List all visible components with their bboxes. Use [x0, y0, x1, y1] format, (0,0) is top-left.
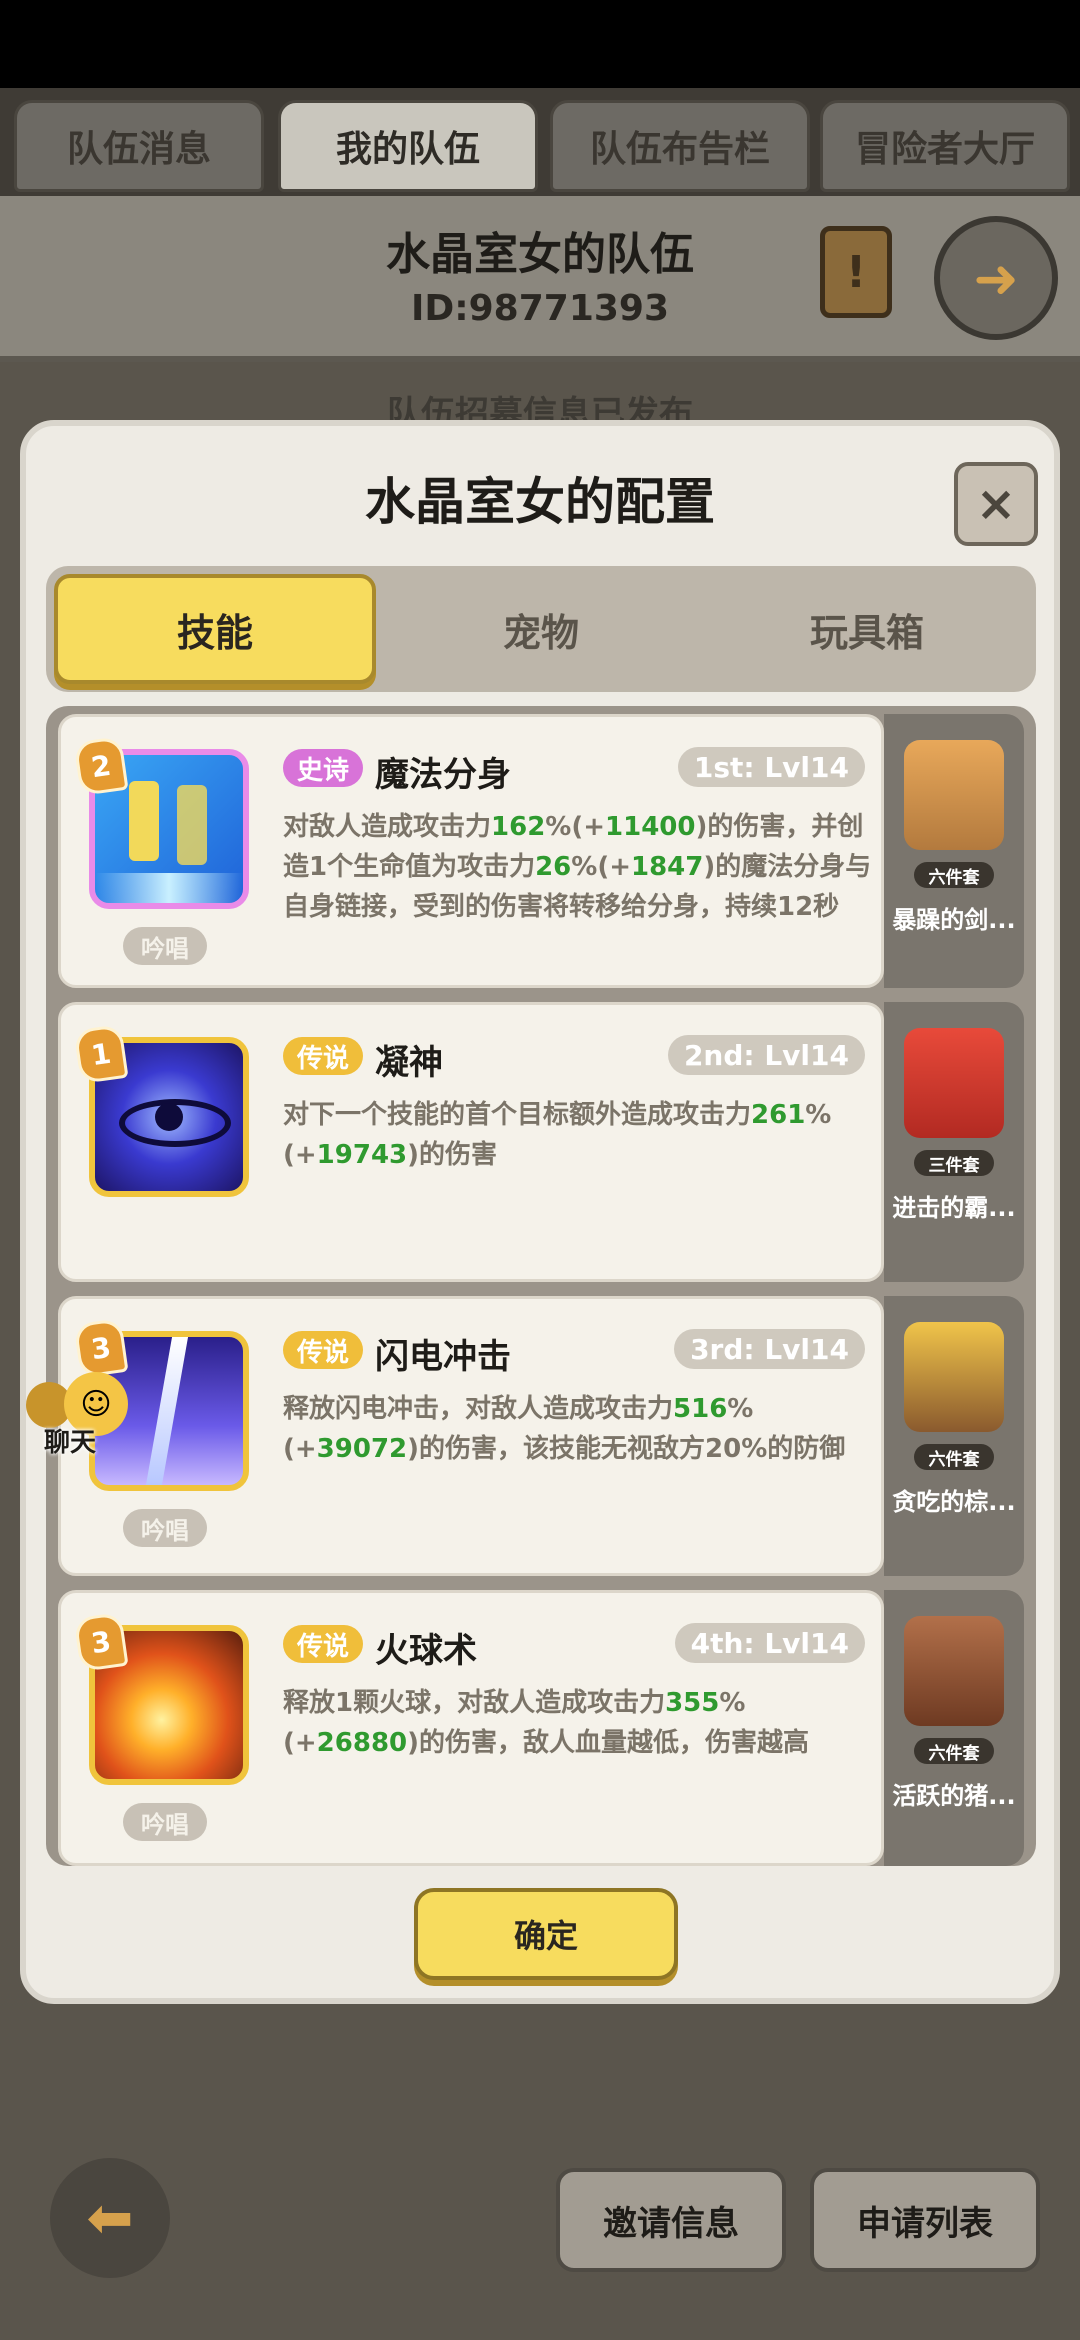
skill-name: 魔法分身: [375, 755, 511, 795]
pet-dinosaur-icon: [904, 1028, 1004, 1138]
tab-adventurer-hall[interactable]: 冒险者大厅: [820, 100, 1070, 192]
invite-info-button[interactable]: 邀请信息: [556, 2168, 786, 2272]
tab-skills[interactable]: 技能: [54, 574, 376, 684]
pet-boar-icon: [904, 1616, 1004, 1726]
tab-label: 玩具箱: [809, 610, 924, 655]
skill-level: 4th: Lvl14: [674, 1623, 865, 1663]
skill-level: 3rd: Lvl14: [674, 1329, 865, 1369]
chat-button[interactable]: ☺ 聊天: [26, 1372, 138, 1458]
pet-slot[interactable]: 三件套 进击的霸...: [884, 1002, 1024, 1282]
rarity-tag: 史诗: [283, 749, 364, 787]
button-label: 申请列表: [857, 2203, 993, 2244]
chant-tag: 吟唱: [123, 1509, 207, 1547]
skill-list: 2 吟唱 史诗 魔法分身 1st: Lvl14 对敌人造成攻击力162%(+11…: [46, 706, 1036, 1866]
config-dialog: 水晶室女的配置 × 技能 宠物 玩具箱 2 吟唱 史诗 魔法分身 1st: Lv…: [20, 420, 1060, 2004]
confirm-label: 确定: [513, 1917, 578, 1955]
skill-name: 凝神: [375, 1043, 443, 1083]
skill-level: 1st: Lvl14: [677, 747, 865, 787]
pet-name: 贪吃的棕...: [892, 1488, 1016, 1516]
tab-label: 队伍消息: [66, 129, 211, 170]
back-arrow-icon[interactable]: ⬅: [50, 2158, 170, 2278]
pet-set-tag: 六件套: [914, 1444, 994, 1470]
skill-description: 释放闪电冲击，对敌人造成攻击力516%(+39072)的伤害，该技能无视敌方20…: [283, 1394, 846, 1464]
pet-name: 活跃的猪...: [892, 1782, 1016, 1810]
tab-toybox[interactable]: 玩具箱: [706, 574, 1028, 684]
top-tab-bar: 队伍消息 我的队伍 队伍布告栏 冒险者大厅: [0, 88, 1080, 196]
tab-label: 队伍布告栏: [589, 129, 770, 170]
rarity-tag: 传说: [283, 1037, 364, 1075]
pet-set-tag: 六件套: [914, 862, 994, 888]
confirm-button[interactable]: 确定: [414, 1888, 678, 1980]
skill-card[interactable]: 1 传说 凝神 2nd: Lvl14 对下一个技能的首个目标额外造成攻击力261…: [58, 1002, 884, 1282]
status-bar: [0, 0, 1080, 88]
tab-label: 冒险者大厅: [854, 129, 1035, 170]
pet-set-tag: 三件套: [914, 1150, 994, 1176]
notice-scroll-icon[interactable]: !: [820, 226, 892, 318]
rarity-tag: 传说: [283, 1331, 364, 1369]
pet-set-tag: 六件套: [914, 1738, 994, 1764]
skill-description: 对敌人造成攻击力162%(+11400)的伤害，并创造1个生命值为攻击力26%(…: [283, 812, 872, 922]
slot-badge: 3: [73, 1611, 129, 1673]
skill-level: 2nd: Lvl14: [667, 1035, 865, 1075]
pet-slot[interactable]: 六件套 贪吃的棕...: [884, 1296, 1024, 1576]
skill-description: 对下一个技能的首个目标额外造成攻击力261%(+19743)的伤害: [283, 1100, 832, 1170]
tab-my-team[interactable]: 我的队伍: [278, 100, 538, 192]
chat-label: 聊天: [44, 1428, 97, 1458]
chant-tag: 吟唱: [123, 927, 207, 965]
team-title: 水晶室女的队伍: [386, 229, 694, 280]
pet-name: 暴躁的剑...: [892, 906, 1016, 934]
pet-swordsman-icon: [904, 740, 1004, 850]
rarity-tag: 传说: [283, 1625, 364, 1663]
close-icon: ×: [975, 476, 1017, 532]
slot-badge: 1: [73, 1023, 129, 1085]
slot-badge: 2: [73, 735, 129, 797]
team-header: 水晶室女的队伍 ID:98771393 ! ➜: [0, 196, 1080, 362]
tab-label: 我的队伍: [335, 129, 480, 170]
tab-team-board[interactable]: 队伍布告栏: [550, 100, 810, 192]
pet-slot[interactable]: 六件套 暴躁的剑...: [884, 714, 1024, 988]
skill-name: 闪电冲击: [375, 1337, 511, 1377]
slot-badge: 3: [73, 1317, 129, 1379]
apply-list-button[interactable]: 申请列表: [810, 2168, 1040, 2272]
dialog-title: 水晶室女的配置: [365, 473, 715, 531]
tab-label: 技能: [176, 610, 253, 655]
tab-pets[interactable]: 宠物: [380, 574, 702, 684]
team-id: ID:98771393: [410, 288, 670, 329]
pet-name: 进击的霸...: [892, 1194, 1016, 1222]
close-button[interactable]: ×: [954, 462, 1038, 546]
button-label: 邀请信息: [603, 2203, 739, 2244]
chant-tag: 吟唱: [123, 1803, 207, 1841]
skill-name: 火球术: [375, 1631, 477, 1671]
tab-label: 宠物: [502, 610, 579, 655]
pet-slot[interactable]: 六件套 活跃的猪...: [884, 1590, 1024, 1866]
skill-description: 释放1颗火球，对敌人造成攻击力355%(+26880)的伤害，敌人血量越低，伤害…: [283, 1688, 810, 1758]
exit-team-icon[interactable]: ➜: [934, 216, 1058, 340]
skill-card[interactable]: 3 吟唱 传说 闪电冲击 3rd: Lvl14 释放闪电冲击，对敌人造成攻击力5…: [58, 1296, 884, 1576]
skill-card[interactable]: 3 吟唱 传说 火球术 4th: Lvl14 释放1颗火球，对敌人造成攻击力35…: [58, 1590, 884, 1866]
skill-card[interactable]: 2 吟唱 史诗 魔法分身 1st: Lvl14 对敌人造成攻击力162%(+11…: [58, 714, 884, 988]
tab-team-messages[interactable]: 队伍消息: [14, 100, 264, 192]
pet-bear-icon: [904, 1322, 1004, 1432]
config-tab-bar: 技能 宠物 玩具箱: [46, 566, 1036, 692]
